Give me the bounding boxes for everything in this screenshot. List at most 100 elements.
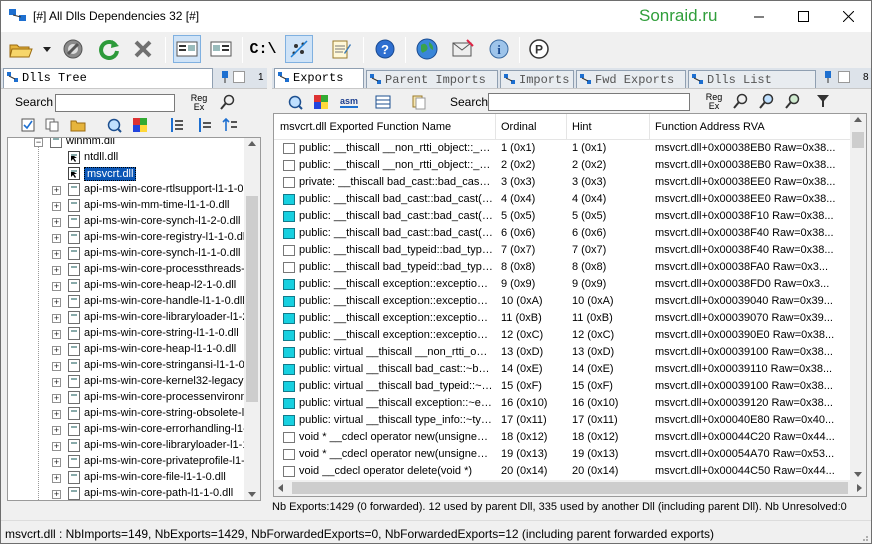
tree-node[interactable]: + api-ms-win-core-synch-l1-1-0.dll (8, 246, 246, 262)
expand-icon[interactable]: + (52, 266, 61, 275)
help-button[interactable]: ? (371, 35, 399, 63)
table-row[interactable]: public: __thiscall exception::exception(… (274, 293, 852, 310)
tree-node[interactable]: msvcrt.dll (8, 166, 246, 182)
tree-open-folder-button[interactable] (69, 116, 87, 134)
stop-button[interactable] (59, 35, 87, 63)
tree-collapse-all-button[interactable] (195, 116, 213, 134)
tree-node[interactable]: + api-ms-win-core-privateprofile-l1-1-0.d… (8, 454, 260, 470)
tree-scroll-thumb[interactable] (246, 196, 258, 402)
table-row[interactable]: public: __thiscall bad_cast::bad_cast(ch… (274, 191, 852, 208)
tree-node[interactable]: + api-ms-win-core-string-l1-1-0.dll (8, 326, 246, 342)
pin-icon[interactable] (219, 70, 231, 84)
exports-search-button[interactable] (732, 92, 750, 110)
tree-node[interactable]: + api-ms-win-core-libraryloader-l1-1-0.dl… (8, 438, 260, 454)
tree-node[interactable]: + api-ms-win-core-string-obsolete-l1-1-0.… (8, 406, 260, 422)
tree-node[interactable]: + api-ms-win-core-handle-l1-1-0.dll (8, 294, 246, 310)
exports-horizontal-scrollbar[interactable] (274, 480, 866, 496)
table-row[interactable]: public: virtual __thiscall exception::~e… (274, 395, 852, 412)
table-row[interactable]: public: __thiscall bad_cast::bad_cast(cl… (274, 208, 852, 225)
scroll-down-icon[interactable] (854, 472, 862, 477)
notes-button[interactable] (327, 35, 355, 63)
exports-search-prev-button[interactable] (758, 92, 776, 110)
column-divider[interactable] (495, 114, 496, 140)
tree-node[interactable]: + api-ms-win-core-libraryloader-l1-2-0.dl… (8, 310, 260, 326)
tab-dlls-tree[interactable]: Dlls Tree (3, 68, 213, 88)
open-button[interactable] (7, 35, 35, 63)
exports-filter-button[interactable] (814, 92, 832, 110)
donate-button[interactable]: P (525, 35, 553, 63)
table-row[interactable]: public: __thiscall exception::exception(… (274, 327, 852, 344)
expand-icon[interactable]: + (52, 234, 61, 243)
exports-search-next-button[interactable] (784, 92, 802, 110)
column-header-rva[interactable]: Function Address RVA (655, 121, 765, 133)
table-row[interactable]: public: __thiscall exception::exception(… (274, 310, 852, 327)
expand-icon[interactable]: + (52, 378, 61, 387)
table-row[interactable]: void * __cdecl operator new(unsigned int… (274, 429, 852, 446)
column-header-ordinal[interactable]: Ordinal (501, 121, 536, 133)
scroll-right-icon[interactable] (857, 484, 862, 492)
view-list-button[interactable] (207, 35, 235, 63)
tree-copy-button[interactable] (43, 116, 61, 134)
expand-icon[interactable]: + (52, 186, 61, 195)
view-tree-button[interactable] (173, 35, 201, 63)
column-divider[interactable] (649, 114, 650, 140)
tree-search-input[interactable] (55, 94, 175, 112)
expand-icon[interactable]: + (52, 314, 61, 323)
tree-node[interactable]: + api-ms-win-core-path-l1-1-0.dll (8, 486, 246, 500)
tree-node[interactable]: ntdll.dll (8, 150, 246, 166)
tree-find-button[interactable] (105, 116, 123, 134)
table-row[interactable]: public: __thiscall __non_rtti_object::__… (274, 157, 852, 174)
exports-hscroll-thumb[interactable] (292, 482, 848, 494)
tree-node[interactable]: + api-ms-win-core-kernel32-legacy-l1-1-0.… (8, 374, 260, 390)
exports-scroll-thumb[interactable] (852, 132, 864, 148)
tree-node[interactable]: + api-ms-win-core-stringansi-l1-1-0.dll (8, 358, 259, 374)
table-row[interactable]: public: virtual __thiscall bad_typeid::~… (274, 378, 852, 395)
tree-color-button[interactable] (131, 116, 149, 134)
maximize-button[interactable] (781, 1, 826, 32)
checksum-button[interactable] (285, 35, 313, 63)
exports-search-input[interactable] (488, 93, 690, 111)
pin-icon[interactable] (822, 70, 834, 84)
dll-tree-view[interactable]: − winmm.dll ntdll.dll msvcrt.dll + api-ms-win… (7, 137, 261, 501)
tree-regex-toggle[interactable]: Reg Ex (189, 94, 209, 112)
refresh-button[interactable] (95, 35, 123, 63)
exports-vertical-scrollbar[interactable] (850, 114, 866, 480)
minimize-button[interactable] (737, 1, 782, 32)
scroll-down-icon[interactable] (248, 492, 256, 497)
expand-icon[interactable]: + (52, 282, 61, 291)
column-header-name[interactable]: msvcrt.dll Exported Function Name (280, 121, 451, 133)
email-button[interactable] (449, 35, 477, 63)
tree-node[interactable]: + api-ms-win-core-rtlsupport-l1-1-0.dll (8, 182, 258, 198)
tree-node[interactable]: − winmm.dll (8, 138, 246, 150)
expand-icon[interactable]: + (52, 298, 61, 307)
expand-icon[interactable]: + (52, 442, 61, 451)
exports-columns-button[interactable] (374, 93, 392, 111)
tab-fwd-exports[interactable]: Fwd Exports (576, 70, 686, 88)
tree-search-button[interactable] (219, 93, 237, 111)
open-dropdown-button[interactable] (39, 35, 55, 63)
table-row[interactable]: public: __thiscall __non_rtti_object::__… (274, 140, 852, 157)
tree-node[interactable]: + api-ms-win-core-heap-l2-1-0.dll (8, 278, 246, 294)
scroll-left-icon[interactable] (278, 484, 283, 492)
collapse-icon[interactable]: − (34, 138, 43, 147)
exports-copy-button[interactable] (410, 93, 428, 111)
table-row[interactable]: public: virtual __thiscall bad_cast::~ba… (274, 361, 852, 378)
splitter[interactable] (267, 68, 271, 520)
table-row[interactable]: public: virtual __thiscall __non_rtti_ob… (274, 344, 852, 361)
scroll-up-icon[interactable] (854, 117, 862, 122)
expand-icon[interactable]: + (52, 362, 61, 371)
table-row[interactable]: public: __thiscall bad_typeid::bad_typei… (274, 259, 852, 276)
close-window-button[interactable] (826, 1, 871, 32)
expand-icon[interactable]: + (52, 474, 61, 483)
table-row[interactable]: void * __cdecl operator new(unsigned int… (274, 446, 852, 463)
table-row[interactable]: void __cdecl operator delete(void *) 20 (… (274, 463, 852, 480)
table-row[interactable]: private: __thiscall bad_cast::bad_cast(c… (274, 174, 852, 191)
expand-icon[interactable]: + (52, 426, 61, 435)
exports-color-button[interactable] (312, 93, 330, 111)
table-row[interactable]: public: __thiscall bad_typeid::bad_typei… (274, 242, 852, 259)
column-divider[interactable] (566, 114, 567, 140)
panel-float-button[interactable] (838, 71, 850, 83)
tab-parent-imports[interactable]: Parent Imports (366, 70, 498, 88)
website-button[interactable] (413, 35, 441, 63)
table-row[interactable]: public: __thiscall exception::exception(… (274, 276, 852, 293)
